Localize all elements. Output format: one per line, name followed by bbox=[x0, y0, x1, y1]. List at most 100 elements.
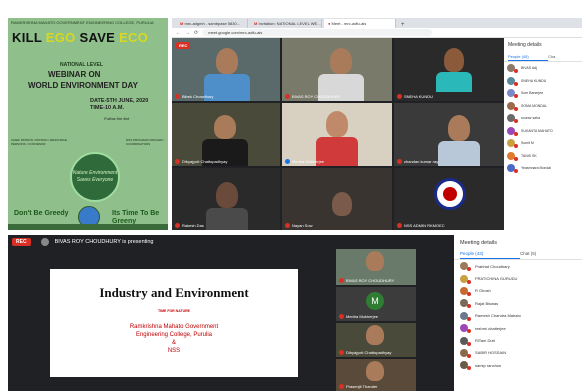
participant-row[interactable]: R Ghosh bbox=[454, 285, 582, 297]
video-tile[interactable]: Dibyajyoti Chattopadhyay bbox=[172, 103, 280, 166]
video-tile[interactable]: REC Bibek Chowdhury bbox=[172, 38, 280, 101]
participant-face bbox=[216, 182, 238, 208]
avatar bbox=[507, 76, 518, 86]
mic-off-icon bbox=[397, 223, 402, 228]
participant-row[interactable]: Som Banerjee bbox=[504, 87, 582, 100]
mic-off-icon bbox=[339, 278, 344, 283]
rec-badge: REC bbox=[12, 238, 31, 246]
participant-row[interactable]: sourav saha bbox=[504, 112, 582, 125]
avatar bbox=[460, 286, 471, 296]
participant-row[interactable]: Sumit M bbox=[504, 137, 582, 150]
back-icon[interactable]: ← bbox=[176, 30, 181, 36]
tab-label: mrc-adgmh - sambpase 5830... bbox=[184, 21, 241, 26]
video-tile[interactable]: chandan kumar ray bbox=[394, 103, 504, 166]
slide-line: & bbox=[171, 340, 176, 346]
participant-row[interactable]: PRATICHINA GURUDU bbox=[454, 272, 582, 284]
panel-tabs: People (43) Chat (5) bbox=[454, 251, 582, 260]
mic-off-icon bbox=[339, 314, 344, 319]
participant-row[interactable]: SNEHA KUNDU bbox=[504, 75, 582, 88]
slogan-eco: ECO bbox=[119, 30, 149, 45]
video-tile[interactable]: Rakesh Das bbox=[172, 168, 280, 230]
mic-off-icon bbox=[397, 94, 402, 99]
poster-national: NATIONAL LEVEL bbox=[60, 62, 103, 68]
avatar bbox=[507, 126, 518, 136]
avatar bbox=[507, 114, 518, 124]
mic-off-icon bbox=[339, 350, 344, 355]
tile-name: Prasenjit Thander bbox=[339, 384, 378, 389]
avatar bbox=[460, 299, 471, 309]
new-tab-icon[interactable]: + bbox=[398, 22, 408, 28]
tab-strip: M mrc-adgmh - sambpase 5830... M Invitat… bbox=[172, 18, 582, 28]
collage: RAMKRISHNA MAHATO GOVERNMENT ENGINEERING… bbox=[0, 0, 582, 391]
browser-tab-2[interactable]: M Invitation: NATIONAL LEVEL WE... bbox=[250, 19, 322, 28]
video-tile[interactable]: BIVAS ROY CHOUDHURY bbox=[282, 38, 392, 101]
avatar bbox=[460, 311, 471, 321]
forward-icon[interactable]: → bbox=[185, 30, 190, 36]
slogan-save: SAVE bbox=[79, 30, 116, 45]
address-bar: ← → ⟳ meet.google.com/mrc-adfu-ais bbox=[172, 28, 582, 38]
video-tile[interactable]: Nayan Sow bbox=[282, 168, 392, 230]
avatar bbox=[460, 262, 471, 272]
url-field[interactable]: meet.google.com/mrc-adfu-ais bbox=[202, 29, 433, 36]
tab-label: Meet - mrc-adfu-ais bbox=[331, 21, 367, 26]
tile-name: Dibyajyoti Chattopadhyay bbox=[339, 350, 391, 355]
participant-row[interactable]: Rajat Biswas bbox=[454, 297, 582, 309]
participant-row[interactable]: Ramesh Chandra Mahato bbox=[454, 310, 582, 322]
poster-slogan: KILL EGO SAVE ECO bbox=[12, 30, 148, 45]
participant-row[interactable]: RiTam Dutt bbox=[454, 334, 582, 346]
mic-off-icon bbox=[285, 223, 290, 228]
participant-row[interactable]: TANIS SK bbox=[504, 150, 582, 163]
avatar bbox=[460, 324, 471, 334]
meeting-details-panel: Meeting details People (43) Chat (5) Pra… bbox=[454, 235, 582, 391]
mic-off-icon bbox=[175, 159, 180, 164]
avatar bbox=[507, 151, 518, 161]
participant-body bbox=[206, 208, 248, 230]
tile-name: BIVAS ROY CHOUDHURY bbox=[285, 94, 340, 99]
top-browser-window: M mrc-adgmh - sambpase 5830... M Invitat… bbox=[172, 18, 582, 230]
video-tile[interactable]: Prasenjit Thander bbox=[336, 359, 416, 391]
poster-circle-badge: Nature Environment Saves Everyone bbox=[70, 152, 120, 202]
participant-face bbox=[216, 48, 238, 74]
reload-icon[interactable]: ⟳ bbox=[194, 30, 198, 36]
participant-row[interactable]: SABIR HOSSAIN bbox=[454, 347, 582, 359]
mic-off-icon bbox=[175, 94, 180, 99]
video-tile[interactable]: SNEHA KUNDU bbox=[394, 38, 504, 101]
slide-institution: Ramkrishna Mahato Government Engineering… bbox=[50, 323, 298, 355]
participant-row[interactable]: BIVAS Adj bbox=[504, 62, 582, 75]
mic-off-icon bbox=[285, 159, 290, 164]
avatar bbox=[507, 101, 518, 111]
participant-row[interactable]: samip ranchun bbox=[454, 359, 582, 371]
video-tile[interactable]: BIVAS ROY CHOUDHURY bbox=[336, 249, 416, 285]
participant-row[interactable]: Prabhat Choudhary bbox=[454, 260, 582, 272]
video-tile[interactable]: NSS ADMIN RKMGEC bbox=[394, 168, 504, 230]
poster-event-title: WORLD ENVIRONMENT DAY bbox=[28, 81, 138, 90]
slide-line: Engineering College, Purulia bbox=[135, 332, 213, 338]
participant-face bbox=[366, 361, 384, 381]
slide-line: NSS bbox=[167, 348, 181, 354]
chat-tab[interactable]: Chat (5) bbox=[520, 251, 536, 259]
browser-tab-1[interactable]: M mrc-adgmh - sambpase 5830... bbox=[176, 19, 248, 28]
tile-name: Dibyajyoti Chattopadhyay bbox=[175, 159, 227, 164]
poster-date-time: DATE-5TH JUNE, 2020 TIME-10 A.M. bbox=[90, 98, 164, 112]
chat-tab[interactable]: Cha bbox=[548, 54, 555, 61]
tile-name: Bibek Chowdhury bbox=[175, 94, 213, 99]
participant-row[interactable]: SUKANTA MAHATO bbox=[504, 125, 582, 138]
video-tile[interactable]: Dibyajyoti Chattopadhyay bbox=[336, 323, 416, 357]
participant-row[interactable]: reshmi chatterjee bbox=[454, 322, 582, 334]
participant-initial-avatar: M bbox=[366, 292, 384, 310]
slide-subtitle: TIME FOR NATURE bbox=[157, 309, 191, 313]
slide-title: Industry and Environment bbox=[99, 285, 249, 300]
panel-tabs: People (45) Cha bbox=[504, 54, 582, 62]
browser-tab-3[interactable]: ● Meet - mrc-adfu-ais bbox=[324, 19, 396, 28]
presenting-bar: REC BIVAS ROY CHOUDHURY is presenting bbox=[8, 235, 454, 249]
video-tile[interactable]: Medha Mukherjee bbox=[282, 103, 392, 166]
participant-row[interactable]: Yeasmnara Mondal bbox=[504, 162, 582, 175]
people-tab[interactable]: People (43) bbox=[460, 251, 520, 259]
participant-row[interactable]: SOMA MONDAL bbox=[504, 100, 582, 113]
avatar bbox=[507, 89, 518, 99]
people-tab[interactable]: People (45) bbox=[508, 54, 548, 61]
mic-off-icon bbox=[339, 384, 344, 389]
poster-time: TIME-10 A.M. bbox=[90, 105, 125, 111]
video-tile[interactable]: M Medha Mukherjee bbox=[336, 287, 416, 321]
avatar bbox=[460, 361, 471, 371]
